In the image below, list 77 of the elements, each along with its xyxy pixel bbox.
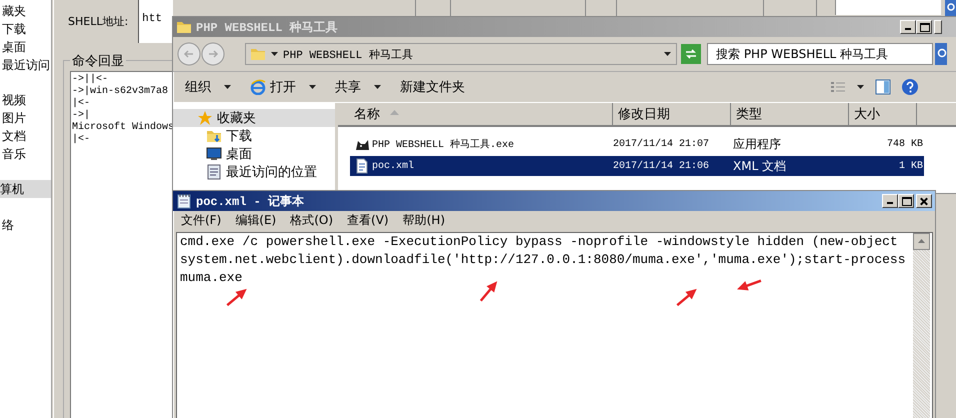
file-row[interactable]: PHP WEBSHELL 种马工具.exe 2017/11/14 21:07 应用程序 748 KB — [350, 134, 924, 154]
table-cell-text: 748 KB — [886, 138, 923, 150]
table-cell-text: 2017/11/14 21:06 — [613, 160, 710, 172]
toolbar-button[interactable]: 共享 — [335, 78, 382, 96]
folder-icon — [176, 19, 192, 35]
search-icon[interactable] — [945, 0, 956, 16]
nav-item[interactable]: 视频 — [0, 91, 51, 109]
scrollbar[interactable] — [913, 233, 930, 418]
toolbar-button[interactable]: 新建文件夹 — [400, 78, 465, 96]
nav-item[interactable]: 最近访问的位置 — [173, 163, 335, 181]
output-line: ->||<- — [71, 74, 110, 86]
column-header[interactable]: 大小 — [849, 103, 917, 125]
help-icon[interactable] — [901, 78, 919, 96]
nav-item[interactable]: 下载 — [173, 127, 335, 145]
minimize-button[interactable] — [882, 194, 898, 208]
star-icon — [197, 110, 213, 126]
nav-item[interactable]: 文档 — [0, 127, 51, 145]
menu-item[interactable]: 帮助(H) — [402, 212, 445, 229]
notepad-icon — [176, 193, 192, 209]
preview-pane-icon[interactable] — [875, 79, 891, 95]
download-folder-icon — [206, 128, 222, 144]
nav-item[interactable]: 藏夹 — [0, 2, 51, 20]
nav-item[interactable]: 络 — [0, 216, 51, 234]
nav-item[interactable]: 下载 — [0, 20, 51, 38]
caret-icon — [223, 83, 232, 91]
group-title: 命令回显 — [70, 52, 126, 70]
search-field[interactable]: 搜索 PHP WEBSHELL 种马工具 — [707, 43, 933, 65]
caret-icon — [373, 83, 382, 91]
menu-item[interactable]: 格式(O) — [290, 212, 334, 229]
nav-item[interactable]: 算机 — [0, 180, 51, 198]
caret-icon[interactable] — [663, 50, 672, 58]
menu-item[interactable]: 文件(F) — [181, 212, 222, 229]
column-header[interactable]: 修改日期 — [613, 103, 731, 125]
file-name: PHP WEBSHELL 种马工具.exe — [372, 138, 514, 151]
nav-item[interactable]: 桌面 — [173, 145, 335, 163]
address-bar[interactable]: PHP WEBSHELL 种马工具 — [245, 43, 677, 65]
folder-icon — [250, 46, 266, 62]
refresh-button[interactable] — [681, 44, 701, 64]
output-line: |<- — [71, 134, 92, 146]
file-name: poc.xml — [372, 160, 414, 172]
file-row[interactable]: poc.xml 2017/11/14 21:06 XML 文档 1 KB — [350, 156, 924, 176]
menu-item[interactable]: 查看(V) — [347, 212, 389, 229]
nav-item[interactable]: 图片 — [0, 109, 51, 127]
close-button[interactable] — [916, 194, 932, 208]
address-field[interactable]: htt — [138, 0, 173, 43]
column-header[interactable]: 类型 — [731, 103, 849, 125]
nav-item[interactable]: 音乐 — [0, 145, 51, 163]
document-icon — [354, 158, 370, 174]
toolbar-button[interactable]: 组织 — [185, 78, 232, 96]
output-line: ->|win-s62v3m7a8 — [71, 86, 170, 98]
text-field[interactable] — [835, 0, 941, 15]
table-cell-text: XML 文档 — [732, 158, 788, 174]
table-cell-text: 1 KB — [898, 160, 923, 172]
table-cell-text: 2017/11/14 21:07 — [613, 138, 710, 150]
document-icon — [206, 164, 222, 180]
address-label: SHELL地址: — [68, 14, 128, 29]
address-path: PHP WEBSHELL 种马工具 — [283, 48, 413, 62]
search-icon[interactable] — [935, 43, 947, 65]
menu-item[interactable]: 编辑(E) — [235, 212, 276, 229]
output-line: ->| — [71, 110, 92, 122]
nav-item[interactable]: 桌面 — [0, 38, 51, 56]
caret-icon — [270, 50, 279, 58]
monitor-icon — [206, 146, 222, 162]
window-title: poc.xml - 记事本 — [196, 194, 304, 210]
table-cell-text: 应用程序 — [732, 136, 782, 152]
caret-icon — [308, 83, 317, 91]
caret-icon[interactable] — [856, 83, 865, 91]
maximize-button[interactable] — [898, 194, 914, 208]
browser-icon — [250, 79, 266, 95]
scroll-up-button[interactable] — [913, 233, 930, 250]
output-line: |<- — [71, 98, 92, 110]
nav-item[interactable]: 收藏夹 — [173, 109, 335, 127]
window-title: PHP WEBSHELL 种马工具 — [196, 20, 338, 36]
column-header[interactable]: 名称 — [338, 103, 613, 125]
toolbar-button[interactable]: 打开 — [250, 78, 317, 96]
nav-item[interactable]: 最近访问 — [0, 56, 51, 74]
output-line: Microsoft Windows — [71, 122, 173, 134]
